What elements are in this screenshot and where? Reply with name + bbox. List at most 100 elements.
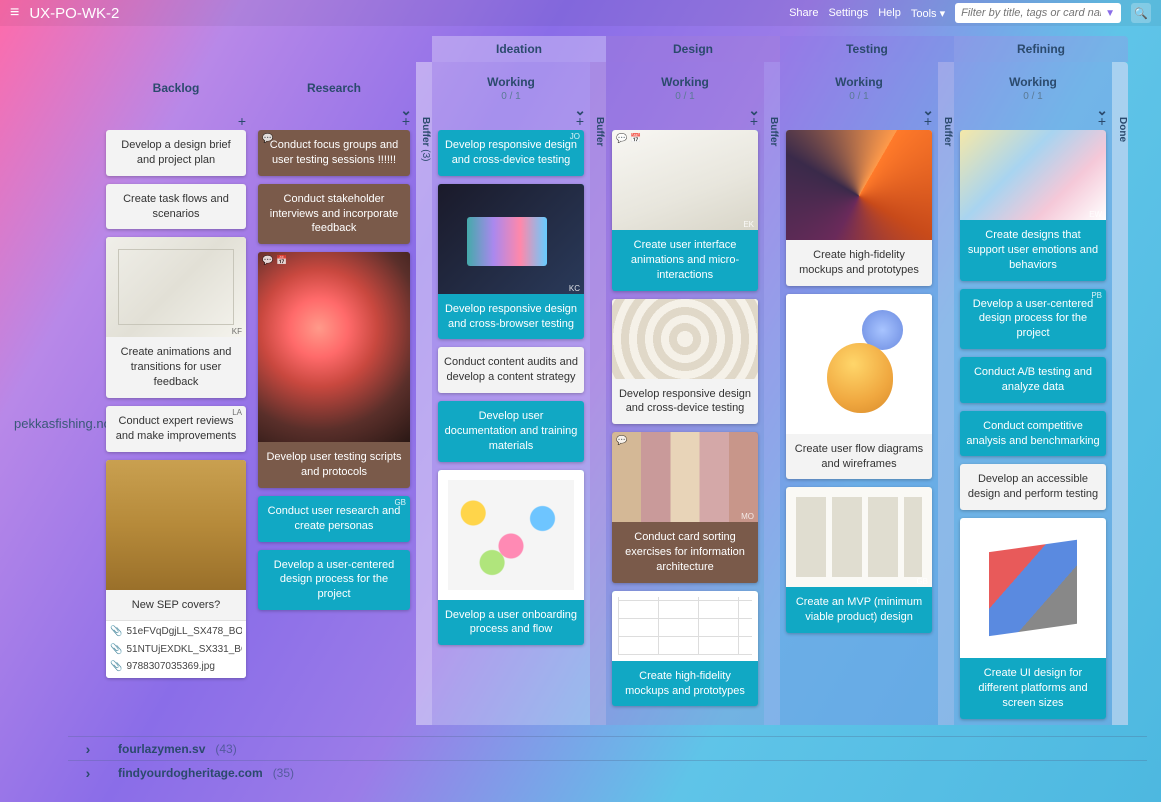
card[interactable]: JODevelop responsive design and cross-de…: [438, 130, 584, 176]
col-head-design: Working 0 / 1 ⌄: [606, 62, 764, 114]
add-card-backlog[interactable]: +: [100, 114, 252, 130]
filter-dropdown-icon[interactable]: ▼: [1105, 8, 1115, 19]
attachment-row[interactable]: 📎51NTUjEXDKL_SX331_BO1,2...: [110, 641, 242, 659]
search-wrap: ▼: [955, 3, 1121, 23]
buffer-design[interactable]: Buffer: [590, 62, 606, 725]
card-text: Conduct expert reviews and make improvem…: [106, 406, 246, 452]
chevron-down-icon[interactable]: ⌄: [1096, 102, 1108, 119]
card[interactable]: Conduct competitive analysis and benchma…: [960, 411, 1106, 457]
card-assignee: LA: [232, 408, 242, 419]
chevron-down-icon[interactable]: ⌄: [574, 102, 586, 119]
card-text: Conduct content audits and develop a con…: [438, 347, 584, 393]
date-icon: 📅: [276, 254, 287, 266]
search-input[interactable]: [961, 7, 1101, 19]
card[interactable]: Develop a user-centered design process f…: [258, 550, 410, 611]
card-text: Create animations and transitions for us…: [106, 337, 246, 398]
stage-design: Design: [606, 36, 780, 62]
card-text: Develop user testing scripts and protoco…: [258, 442, 410, 488]
chevron-down-icon[interactable]: ⌄: [748, 102, 760, 119]
column-ideation: Working 0 / 1 ⌄ + JODevelop responsive d…: [432, 62, 590, 725]
card[interactable]: Conduct content audits and develop a con…: [438, 347, 584, 393]
card-image: [612, 591, 758, 661]
add-card-testing[interactable]: +: [780, 114, 938, 130]
column-refining: Working 0 / 1 ⌄ + Create designs that su…: [954, 62, 1112, 725]
swimlane-main: Ideation Design Testing Refining Backlog…: [100, 36, 1147, 725]
topbar-right: Share Settings Help Tools ▾ ▼ 🔍: [789, 3, 1151, 23]
card-image: [106, 237, 246, 337]
add-card-ideation[interactable]: +: [432, 114, 590, 130]
help-link[interactable]: Help: [878, 7, 901, 19]
lane-body: Backlog + Develop a design brief and pro…: [100, 62, 1147, 725]
buffer-testing[interactable]: Buffer: [764, 62, 780, 725]
card-image: [106, 460, 246, 590]
add-card-design[interactable]: +: [606, 114, 764, 130]
card-text: Create user interface animations and mic…: [612, 230, 758, 291]
card-assignee: JO: [570, 132, 580, 143]
card[interactable]: Develop a design brief and project plan: [106, 130, 246, 176]
card[interactable]: Develop an accessible design and perform…: [960, 464, 1106, 510]
card[interactable]: Conduct stakeholder interviews and incor…: [258, 184, 410, 245]
card[interactable]: 💬📅 Develop user testing scripts and proto…: [258, 252, 410, 488]
card[interactable]: Create high-fidelity mockups and prototy…: [786, 130, 932, 286]
stage-ideation: Ideation: [432, 36, 606, 62]
collapsed-lane[interactable]: › findyourdogheritage.com (35): [68, 760, 1147, 784]
card-image: [612, 130, 758, 230]
card[interactable]: Conduct A/B testing and analyze data: [960, 357, 1106, 403]
card[interactable]: Create task flows and scenarios: [106, 184, 246, 230]
tools-link[interactable]: Tools ▾: [911, 7, 945, 20]
card[interactable]: Create high-fidelity mockups and prototy…: [612, 591, 758, 707]
attachment-name: 9788307035369.jpg: [126, 660, 214, 674]
collapsed-lane[interactable]: › fourlazymen.sv (43): [68, 736, 1147, 760]
card-text: New SEP covers?: [106, 590, 246, 621]
card-indicators: 💬📅: [262, 254, 287, 266]
attachment-row[interactable]: 📎51eFVqDgjLL_SX478_BO1,2...: [110, 623, 242, 641]
card[interactable]: GBConduct user research and create perso…: [258, 496, 410, 542]
buffer-refining[interactable]: Buffer: [938, 62, 954, 725]
topbar: ≡ UX-PO-WK-2 Share Settings Help Tools ▾…: [0, 0, 1161, 26]
card[interactable]: Develop responsive design and cross-devi…: [612, 299, 758, 425]
card[interactable]: Create UI design for different platforms…: [960, 518, 1106, 719]
card[interactable]: Create user flow diagrams and wireframes: [786, 294, 932, 480]
card[interactable]: Create an MVP (minimum viable product) d…: [786, 487, 932, 633]
chevron-down-icon[interactable]: ⌄: [922, 102, 934, 119]
card-indicators: 💬📅: [616, 132, 641, 144]
hamburger-icon[interactable]: ≡: [10, 4, 19, 22]
card[interactable]: 💬Conduct card sorting exercises for info…: [612, 432, 758, 583]
card-text: Create high-fidelity mockups and prototy…: [786, 240, 932, 286]
chevron-right-icon: ›: [68, 765, 108, 781]
card-text: Conduct A/B testing and analyze data: [960, 357, 1106, 403]
stage-headers: Ideation Design Testing Refining: [100, 36, 1147, 62]
collapsed-lane-name: fourlazymen.sv: [118, 742, 205, 756]
card[interactable]: 💬Conduct focus groups and user testing s…: [258, 130, 410, 176]
buffer-ideation[interactable]: Buffer (3): [416, 62, 432, 725]
collapsed-lane-name: findyourdogheritage.com: [118, 766, 263, 780]
card[interactable]: New SEP covers?📎51eFVqDgjLL_SX478_BO1,2.…: [106, 460, 246, 678]
card[interactable]: Develop a user onboarding process and fl…: [438, 470, 584, 646]
done-column-collapsed[interactable]: Done: [1112, 62, 1128, 725]
attachment-row[interactable]: 📎9788307035369.jpg: [110, 658, 242, 676]
card-image: [960, 130, 1106, 220]
card[interactable]: Develop user documentation and training …: [438, 401, 584, 462]
card[interactable]: Develop responsive design and cross-brow…: [438, 184, 584, 340]
card[interactable]: Create designs that support user emotion…: [960, 130, 1106, 281]
settings-link[interactable]: Settings: [828, 7, 868, 19]
add-card-research[interactable]: +: [252, 114, 416, 130]
watermark: pekkasfishing.no: [14, 416, 111, 431]
card[interactable]: PBDevelop a user-centered design process…: [960, 289, 1106, 350]
comment-icon: 💬: [262, 254, 273, 266]
chevron-down-icon[interactable]: ⌄: [400, 102, 412, 119]
card[interactable]: Create animations and transitions for us…: [106, 237, 246, 398]
card-text: Create user flow diagrams and wireframes: [786, 434, 932, 480]
card[interactable]: 💬📅 Create user interface animations and m…: [612, 130, 758, 291]
card-attachments: 📎51eFVqDgjLL_SX478_BO1,2...📎51NTUjEXDKL_…: [106, 620, 246, 678]
column-backlog: Backlog + Develop a design brief and pro…: [100, 62, 252, 725]
card-text: Develop a user-centered design process f…: [960, 289, 1106, 350]
card-image: [258, 252, 410, 442]
share-link[interactable]: Share: [789, 7, 818, 19]
add-card-refining[interactable]: +: [954, 114, 1112, 130]
card[interactable]: LAConduct expert reviews and make improv…: [106, 406, 246, 452]
date-icon: 📅: [630, 132, 641, 144]
search-button[interactable]: 🔍: [1131, 3, 1151, 23]
card-assignee: KC: [569, 284, 580, 295]
card-text: Develop user documentation and training …: [438, 401, 584, 462]
